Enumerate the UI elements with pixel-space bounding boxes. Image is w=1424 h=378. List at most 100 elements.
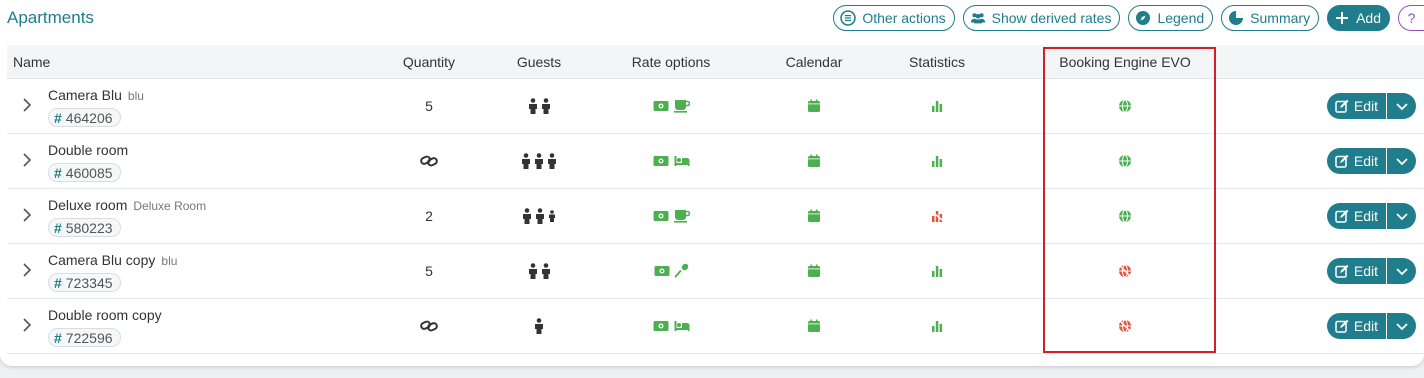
bed-icon: [674, 155, 690, 167]
room-name-cell: Double room #460085: [48, 142, 134, 183]
edit-button[interactable]: Edit: [1326, 313, 1386, 339]
room-id: 722596: [65, 329, 113, 346]
edit-dropdown-button[interactable]: [1386, 313, 1416, 339]
col-rate-options[interactable]: Rate options: [621, 45, 721, 79]
adult-icon: [541, 263, 551, 279]
guests-cell: [489, 134, 589, 188]
room-name: Deluxe room: [48, 197, 128, 213]
room-name-cell: Deluxe room Deluxe Room #580223: [48, 197, 206, 238]
edit-label: Edit: [1353, 153, 1378, 169]
actions-cell: Edit: [1316, 189, 1416, 243]
edit-dropdown-button[interactable]: [1386, 148, 1416, 174]
add-button[interactable]: Add: [1327, 5, 1390, 31]
actions-cell: Edit: [1316, 299, 1416, 353]
room-id: 723345: [65, 274, 113, 291]
chevron-down-icon: [1395, 99, 1409, 113]
rate-options-cell[interactable]: [621, 299, 721, 353]
adult-icon: [534, 153, 544, 169]
edit-dropdown-button[interactable]: [1386, 93, 1416, 119]
help-button[interactable]: ?: [1398, 5, 1424, 31]
expand-chevron-icon[interactable]: [19, 317, 35, 333]
calendar-cell[interactable]: [764, 244, 864, 298]
quantity-value: 5: [425, 98, 433, 114]
chevron-down-icon: [1395, 264, 1409, 278]
guests-cell: [489, 299, 589, 353]
calendar-icon[interactable]: [807, 319, 821, 333]
edit-icon: [1335, 264, 1349, 278]
show-derived-rates-button[interactable]: Show derived rates: [962, 5, 1121, 31]
statistics-icon[interactable]: [931, 100, 943, 112]
rate-options-cell[interactable]: [621, 79, 721, 133]
show-derived-rates-label: Show derived rates: [991, 10, 1112, 26]
actions-cell: Edit: [1316, 244, 1416, 298]
quantity-cell: 5: [379, 79, 479, 133]
col-calendar[interactable]: Calendar: [764, 45, 864, 79]
calendar-icon[interactable]: [807, 154, 821, 168]
adult-icon: [535, 208, 545, 224]
statistics-cell[interactable]: [887, 134, 987, 188]
calendar-cell[interactable]: [764, 189, 864, 243]
col-guests[interactable]: Guests: [489, 45, 589, 79]
col-name[interactable]: Name: [7, 45, 387, 79]
calendar-icon[interactable]: [807, 99, 821, 113]
edit-icon: [1335, 99, 1349, 113]
edit-button[interactable]: Edit: [1326, 148, 1386, 174]
expand-chevron-icon[interactable]: [19, 207, 35, 223]
col-quantity[interactable]: Quantity: [379, 45, 479, 79]
edit-button[interactable]: Edit: [1326, 93, 1386, 119]
room-id: 580223: [65, 219, 113, 236]
statistics-icon[interactable]: [931, 265, 943, 277]
statistics-icon[interactable]: [931, 155, 943, 167]
room-id-badge: #580223: [48, 218, 121, 237]
page-title: Apartments: [7, 8, 94, 27]
edit-button[interactable]: Edit: [1326, 203, 1386, 229]
expand-chevron-icon[interactable]: [19, 262, 35, 278]
room-name: Camera Blu copy: [48, 252, 156, 268]
expand-chevron-icon[interactable]: [19, 97, 35, 113]
legend-button[interactable]: Legend: [1128, 5, 1214, 31]
edit-button-group: Edit: [1326, 313, 1416, 339]
rate-options-cell[interactable]: [621, 244, 721, 298]
statistics-cell[interactable]: [887, 189, 987, 243]
edit-dropdown-button[interactable]: [1386, 203, 1416, 229]
utensil-icon: [674, 263, 689, 279]
child-icon: [548, 210, 556, 222]
calendar-cell[interactable]: [764, 79, 864, 133]
adult-icon: [528, 263, 538, 279]
add-label: Add: [1356, 10, 1381, 26]
rate-options-cell[interactable]: [621, 189, 721, 243]
calendar-icon[interactable]: [807, 209, 821, 223]
statistics-error-icon[interactable]: [931, 210, 944, 223]
legend-label: Legend: [1157, 10, 1205, 26]
calendar-cell[interactable]: [764, 299, 864, 353]
other-actions-button[interactable]: Other actions: [833, 5, 955, 31]
room-id-badge: #722596: [48, 328, 121, 347]
statistics-cell[interactable]: [887, 244, 987, 298]
quantity-cell: 2: [379, 189, 479, 243]
edit-button[interactable]: Edit: [1326, 258, 1386, 284]
chevron-down-icon: [1395, 154, 1409, 168]
statistics-cell[interactable]: [887, 299, 987, 353]
statistics-cell[interactable]: [887, 79, 987, 133]
room-id-badge: #723345: [48, 273, 121, 292]
users-icon: [970, 10, 986, 26]
col-statistics[interactable]: Statistics: [887, 45, 987, 79]
expand-chevron-icon[interactable]: [19, 152, 35, 168]
room-id-badge: #464206: [48, 108, 121, 127]
room-name-cell: Camera Blu blu #464206: [48, 87, 144, 128]
adult-icon: [522, 208, 532, 224]
actions-cell: Edit: [1316, 79, 1416, 133]
guests-cell: [489, 244, 589, 298]
quantity-value: 2: [425, 208, 433, 224]
adult-icon: [528, 98, 538, 114]
rate-options-cell[interactable]: [621, 134, 721, 188]
edit-label: Edit: [1353, 318, 1378, 334]
calendar-icon[interactable]: [807, 264, 821, 278]
calendar-cell[interactable]: [764, 134, 864, 188]
hash-icon: #: [54, 329, 62, 346]
money-icon: [653, 320, 669, 332]
statistics-icon[interactable]: [931, 320, 943, 332]
hash-icon: #: [54, 219, 62, 236]
summary-button[interactable]: Summary: [1221, 5, 1320, 31]
edit-dropdown-button[interactable]: [1386, 258, 1416, 284]
